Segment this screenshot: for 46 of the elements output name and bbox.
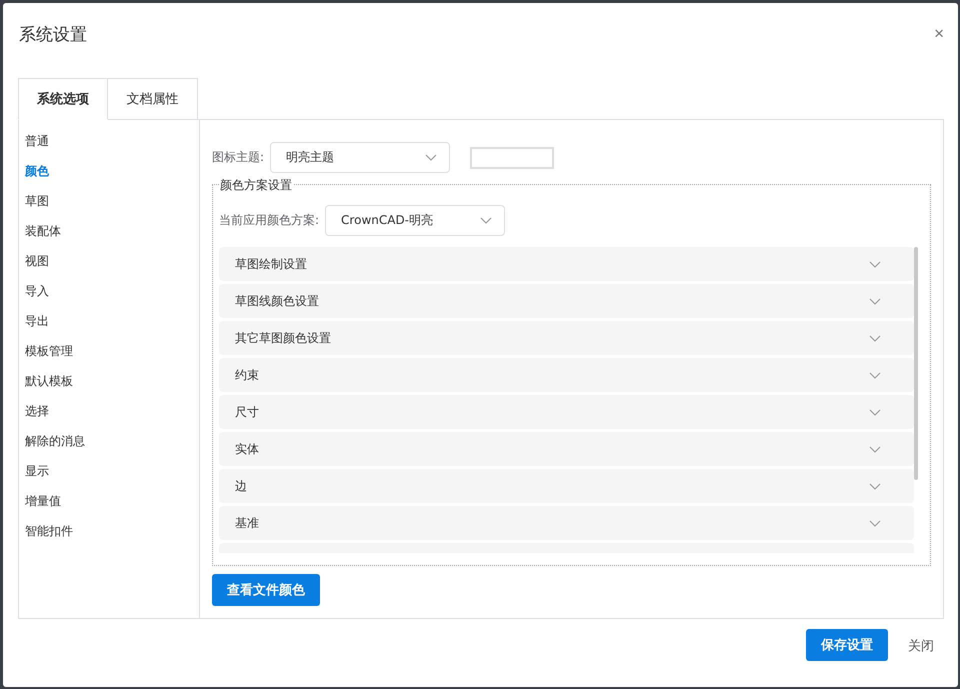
view-file-colors-button[interactable]: 查看文件颜色 — [212, 574, 320, 606]
sidebar-item[interactable]: 解除的消息 — [19, 426, 199, 456]
tab[interactable]: 系统选项 — [18, 78, 108, 120]
accordion-row[interactable]: 草图线颜色设置 — [219, 284, 914, 318]
accordion-row[interactable]: 其它草图颜色设置 — [219, 321, 914, 355]
chevron-icon — [869, 520, 881, 526]
sidebar-item[interactable]: 默认模板 — [19, 366, 199, 396]
field-label: 图标主题: — [212, 149, 264, 166]
chevron-icon — [425, 154, 438, 161]
sidebar-item[interactable]: 视图 — [19, 246, 199, 276]
accordion-row[interactable]: 实体 — [219, 432, 914, 466]
close-button[interactable]: × — [934, 24, 944, 44]
sidebar-item[interactable]: 导出 — [19, 306, 199, 336]
sidebar-item[interactable]: 选择 — [19, 396, 199, 426]
accordion-row[interactable]: 草图绘制设置 — [219, 247, 914, 281]
sidebar-item[interactable]: 导入 — [19, 276, 199, 306]
sidebar-item[interactable]: 模板管理 — [19, 336, 199, 366]
sidebar-item[interactable]: 草图 — [19, 186, 199, 216]
chevron-icon — [869, 298, 881, 304]
close-button[interactable]: 关闭 — [908, 629, 934, 663]
scrollbar-thumb[interactable] — [914, 247, 918, 480]
sidebar-item[interactable]: 增量值 — [19, 486, 199, 516]
accordion-row[interactable]: 边 — [219, 469, 914, 503]
dialog-title: 系统设置 — [19, 24, 87, 46]
chevron-icon — [869, 260, 881, 268]
theme-select[interactable]: 明亮主题 — [270, 142, 450, 173]
sidebar-item[interactable]: 显示 — [19, 456, 199, 486]
chevron-icon — [869, 446, 881, 452]
scheme-select[interactable]: CrownCAD-明亮 — [325, 205, 506, 236]
save-button[interactable]: 保存设置 — [806, 629, 888, 661]
chevron-icon — [869, 408, 881, 416]
chevron-icon — [480, 217, 492, 224]
accordion-row[interactable]: 基准 — [219, 506, 914, 540]
field-label: 当前应用颜色方案: — [219, 212, 320, 229]
chevron-icon — [869, 482, 881, 490]
sidebar-item[interactable]: 普通 — [19, 126, 199, 156]
tab[interactable]: 文档属性 — [108, 78, 198, 120]
sidebar-item[interactable]: 颜色 — [19, 156, 199, 186]
accordion-row[interactable]: 尺寸 — [219, 395, 914, 429]
fieldset-legend: 颜色方案设置 — [219, 178, 293, 192]
chevron-icon — [869, 334, 881, 342]
chevron-icon — [869, 372, 881, 378]
color-swatch[interactable] — [470, 146, 554, 168]
sidebar-item[interactable]: 装配体 — [19, 216, 199, 246]
accordion-row[interactable]: 约束 — [219, 358, 914, 392]
sidebar-item[interactable]: 智能扣件 — [19, 516, 199, 546]
